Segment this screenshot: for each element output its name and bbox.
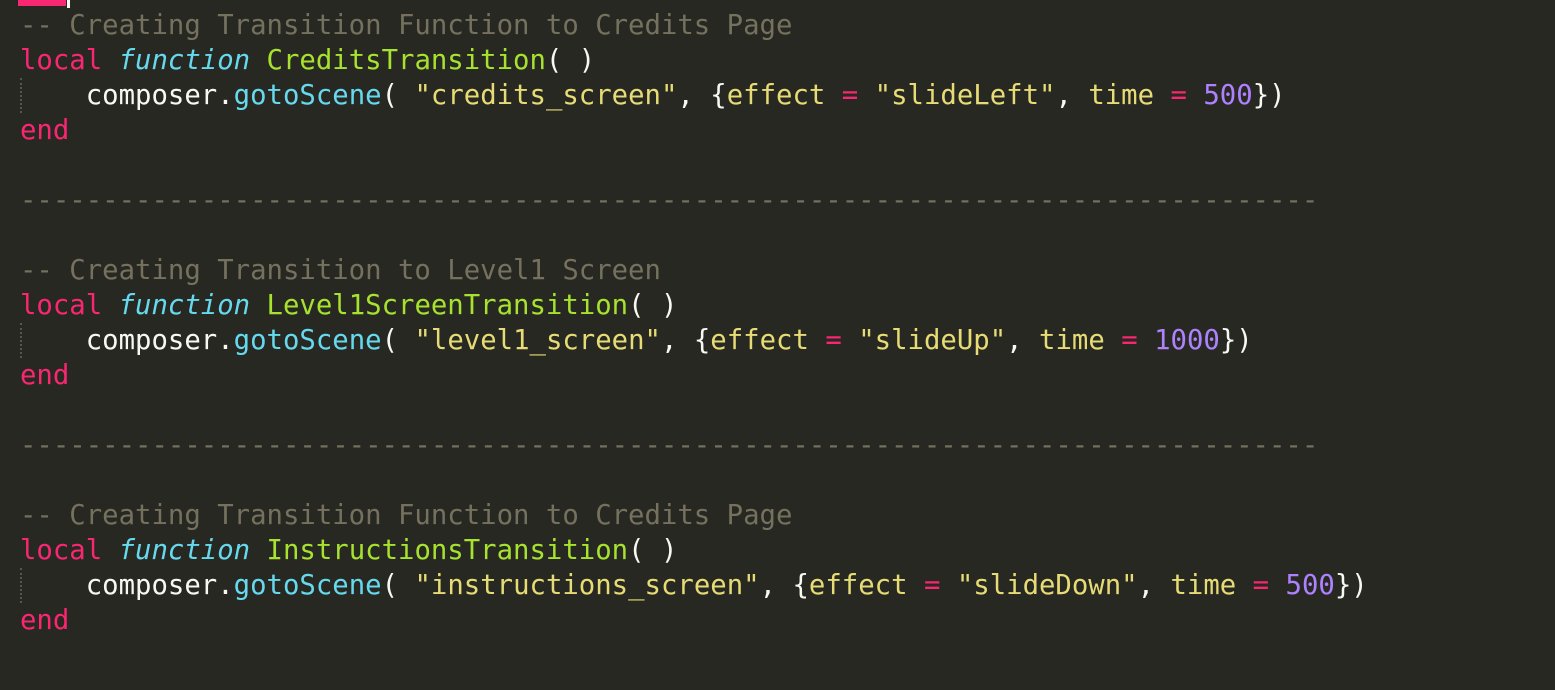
brace-open: {	[792, 570, 809, 601]
close-brace-paren: })	[1334, 570, 1368, 601]
code-editor[interactable]: -- Creating Transition Function to Credi…	[0, 0, 1555, 690]
time-value: 500	[1285, 570, 1335, 601]
comma: ,	[759, 570, 793, 601]
function-params: ( )	[628, 535, 678, 566]
separator-comment: ----------------------------------------…	[20, 430, 1319, 461]
close-brace-paren: })	[1219, 325, 1253, 356]
scene-string: "credits_screen"	[414, 80, 678, 111]
code-line-separator: ----------------------------------------…	[20, 183, 1368, 218]
assign-op: =	[1236, 570, 1286, 601]
comma: ,	[660, 325, 694, 356]
code-line-function-decl: local function Level1ScreenTransition( )	[20, 288, 1368, 323]
keyword-local: local	[20, 535, 103, 566]
code-line-end: end	[20, 113, 1368, 148]
dot-operator: .	[217, 80, 234, 111]
method-name: gotoScene	[233, 80, 382, 111]
selection-highlight	[18, 0, 66, 6]
effect-value: "slideLeft"	[874, 80, 1056, 111]
method-name: gotoScene	[233, 325, 382, 356]
assign-op: =	[1154, 80, 1204, 111]
object-name: composer	[85, 325, 218, 356]
assign-op: =	[907, 570, 957, 601]
effect-key: effect	[726, 80, 826, 111]
keyword-function: function	[118, 45, 251, 76]
keyword-local: local	[20, 290, 103, 321]
open-paren: (	[381, 80, 415, 111]
code-line-separator: ----------------------------------------…	[20, 428, 1368, 463]
comma: ,	[1006, 325, 1040, 356]
effect-key: effect	[710, 325, 809, 356]
keyword-end: end	[20, 115, 70, 146]
keyword-end: end	[20, 360, 70, 391]
function-name: CreditsTransition	[266, 45, 546, 76]
time-value: 500	[1203, 80, 1253, 111]
code-line-comment: -- Creating Transition Function to Credi…	[20, 498, 1368, 533]
code-area[interactable]: -- Creating Transition Function to Credi…	[20, 8, 1368, 638]
assign-op: =	[825, 80, 875, 111]
dot-operator: .	[217, 325, 234, 356]
function-params: ( )	[628, 290, 678, 321]
time-key: time	[1170, 570, 1237, 601]
indent-guide	[20, 78, 22, 113]
indent-guide	[20, 568, 22, 603]
code-line-end: end	[20, 358, 1368, 393]
function-name: Level1ScreenTransition	[266, 290, 629, 321]
comma: ,	[1137, 570, 1171, 601]
time-key: time	[1039, 325, 1105, 356]
comment-text: -- Creating Transition Function to Credi…	[20, 500, 793, 531]
comment-text: -- Creating Transition to Level1 Screen	[20, 255, 661, 286]
time-value: 1000	[1154, 325, 1220, 356]
code-line-body: composer.gotoScene( "instructions_screen…	[20, 568, 1368, 603]
brace-open: {	[693, 325, 711, 356]
comma: ,	[677, 80, 711, 111]
keyword-end: end	[20, 605, 70, 636]
assign-op: =	[1104, 325, 1155, 356]
comment-text: -- Creating Transition Function to Credi…	[20, 10, 793, 41]
function-params: ( )	[545, 45, 596, 76]
code-line-body: composer.gotoScene( "credits_screen", {e…	[20, 78, 1368, 113]
assign-op: =	[808, 325, 859, 356]
dot-operator: .	[217, 570, 234, 601]
open-paren: (	[381, 325, 415, 356]
close-brace-paren: })	[1252, 80, 1286, 111]
separator-comment: ----------------------------------------…	[20, 185, 1319, 216]
code-line-function-decl: local function InstructionsTransition( )	[20, 533, 1368, 568]
code-line-function-decl: local function CreditsTransition( )	[20, 43, 1368, 78]
keyword-local: local	[20, 45, 103, 76]
effect-value: "slideDown"	[956, 570, 1138, 601]
open-paren: (	[381, 570, 415, 601]
effect-value: "slideUp"	[858, 325, 1007, 356]
scene-string: "level1_screen"	[414, 325, 661, 356]
text-cursor	[67, 0, 70, 8]
code-line-comment: -- Creating Transition to Level1 Screen	[20, 253, 1368, 288]
effect-key: effect	[808, 570, 908, 601]
object-name: composer	[85, 570, 218, 601]
keyword-function: function	[118, 290, 251, 321]
scene-string: "instructions_screen"	[414, 570, 760, 601]
indent-guide	[20, 323, 22, 358]
brace-open: {	[710, 80, 727, 111]
code-line-comment: -- Creating Transition Function to Credi…	[20, 8, 1368, 43]
comma: ,	[1055, 80, 1089, 111]
code-line-body: composer.gotoScene( "level1_screen", {ef…	[20, 323, 1368, 358]
keyword-function: function	[118, 535, 251, 566]
time-key: time	[1088, 80, 1155, 111]
object-name: composer	[85, 80, 218, 111]
function-name: InstructionsTransition	[266, 535, 629, 566]
code-line-end: end	[20, 603, 1368, 638]
method-name: gotoScene	[233, 570, 382, 601]
